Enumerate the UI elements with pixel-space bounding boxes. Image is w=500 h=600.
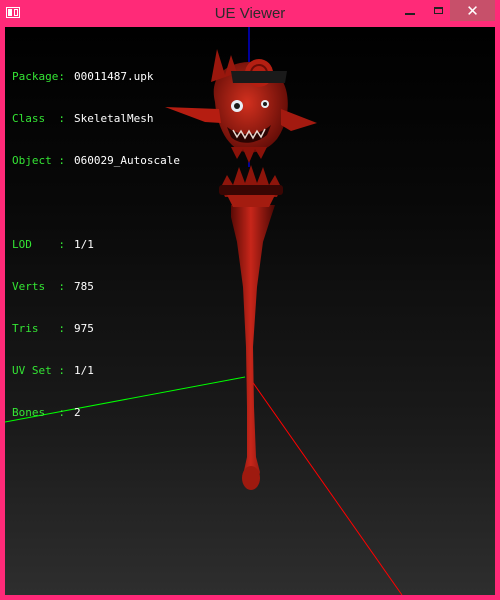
- staff-mesh: [165, 49, 317, 490]
- staff-shaft: [231, 205, 275, 489]
- uvset-label: UV Set :: [12, 364, 65, 377]
- package-value: 00011487.upk: [74, 70, 154, 83]
- class-value: SkeletalMesh: [74, 112, 154, 125]
- bones-label: Bones :: [12, 406, 65, 419]
- verts-value: 785: [74, 280, 94, 293]
- class-label: Class :: [12, 112, 65, 125]
- close-icon: ✕: [466, 1, 479, 20]
- uvset-value: 1/1: [74, 364, 94, 377]
- staff-ring: [219, 185, 283, 195]
- maximize-icon: [433, 7, 443, 14]
- object-value: 060029_Autoscale: [74, 154, 180, 167]
- title-bar[interactable]: UE Viewer ✕: [0, 0, 500, 27]
- minimize-button[interactable]: [396, 0, 424, 21]
- close-button[interactable]: ✕: [450, 0, 495, 21]
- bones-value: 2: [74, 406, 81, 419]
- mesh-info-panel: Package: 00011487.upk Class : SkeletalMesh…: [12, 42, 180, 448]
- 3d-viewport[interactable]: Package: 00011487.upk Class : SkeletalMesh…: [5, 27, 495, 595]
- minimize-icon: [405, 12, 415, 15]
- tris-label: Tris :: [12, 322, 65, 335]
- x-axis-line: [248, 376, 403, 595]
- object-label: Object :: [12, 154, 65, 167]
- verts-label: Verts :: [12, 280, 65, 293]
- ue-viewer-window: UE Viewer ✕ Package: 00011487.upk Class …: [0, 0, 500, 600]
- staff-pommel: [242, 466, 260, 490]
- horn-right: [281, 109, 317, 131]
- maximize-button[interactable]: [424, 0, 452, 21]
- package-label: Package:: [12, 70, 65, 83]
- lod-value: 1/1: [74, 238, 94, 251]
- tris-value: 975: [74, 322, 94, 335]
- lod-label: LOD :: [12, 238, 65, 251]
